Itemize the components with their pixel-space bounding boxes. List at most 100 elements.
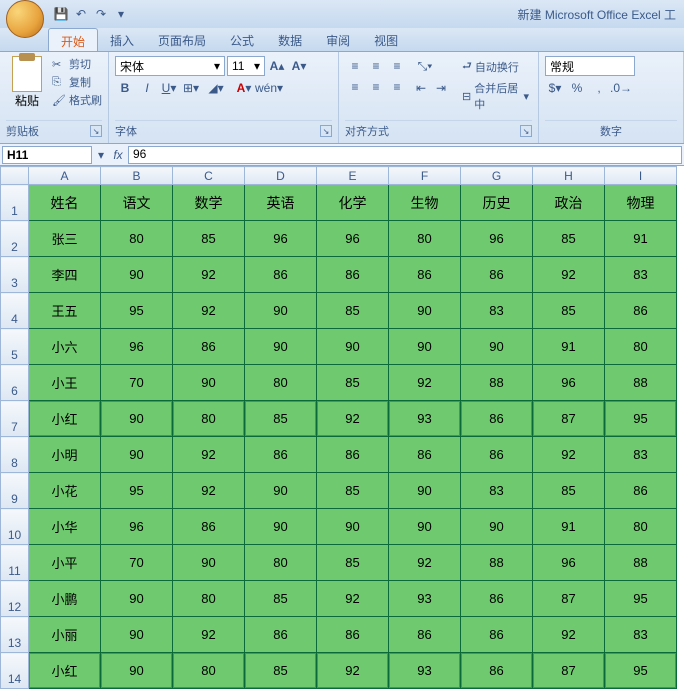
- data-cell[interactable]: 83: [461, 293, 533, 329]
- data-cell[interactable]: 90: [173, 545, 245, 581]
- data-cell[interactable]: 90: [389, 473, 461, 509]
- data-cell[interactable]: 86: [461, 437, 533, 473]
- tab-页面布局[interactable]: 页面布局: [146, 28, 218, 51]
- name-box-dropdown-icon[interactable]: ▾: [94, 148, 108, 162]
- data-cell[interactable]: 92: [389, 365, 461, 401]
- data-cell[interactable]: 80: [173, 653, 245, 689]
- data-cell[interactable]: 小丽: [29, 617, 101, 653]
- header-cell[interactable]: 生物: [389, 185, 461, 221]
- increase-decimal-icon[interactable]: .0→: [611, 78, 631, 98]
- data-cell[interactable]: 90: [245, 329, 317, 365]
- data-cell[interactable]: 83: [605, 257, 677, 293]
- data-cell[interactable]: 83: [605, 437, 677, 473]
- comma-button[interactable]: ,: [589, 78, 609, 98]
- data-cell[interactable]: 92: [389, 545, 461, 581]
- col-header-H[interactable]: H: [533, 167, 605, 185]
- row-header-8[interactable]: 8: [1, 437, 29, 473]
- font-size-combo[interactable]: 11▾: [227, 56, 265, 76]
- data-cell[interactable]: 小华: [29, 509, 101, 545]
- office-button[interactable]: [6, 0, 44, 38]
- data-cell[interactable]: 85: [245, 653, 317, 689]
- data-cell[interactable]: 70: [101, 545, 173, 581]
- data-cell[interactable]: 93: [389, 653, 461, 689]
- border-button[interactable]: ⊞▾: [181, 78, 201, 98]
- header-cell[interactable]: 姓名: [29, 185, 101, 221]
- header-cell[interactable]: 化学: [317, 185, 389, 221]
- dialog-launcher-icon[interactable]: ↘: [90, 125, 102, 137]
- data-cell[interactable]: 90: [245, 293, 317, 329]
- fx-icon[interactable]: fx: [108, 148, 128, 162]
- phonetic-button[interactable]: wén▾: [259, 78, 279, 98]
- orientation-button[interactable]: ⤡▾: [411, 56, 439, 76]
- data-cell[interactable]: 85: [533, 473, 605, 509]
- redo-icon[interactable]: ↷: [92, 5, 110, 23]
- tab-视图[interactable]: 视图: [362, 28, 410, 51]
- data-cell[interactable]: 王五: [29, 293, 101, 329]
- data-cell[interactable]: 92: [173, 617, 245, 653]
- data-cell[interactable]: 85: [317, 473, 389, 509]
- data-cell[interactable]: 90: [101, 401, 173, 437]
- tab-插入[interactable]: 插入: [98, 28, 146, 51]
- data-cell[interactable]: 70: [101, 365, 173, 401]
- data-cell[interactable]: 90: [173, 365, 245, 401]
- data-cell[interactable]: 96: [101, 329, 173, 365]
- row-header-14[interactable]: 14: [1, 653, 29, 689]
- select-all-corner[interactable]: [1, 167, 29, 185]
- undo-icon[interactable]: ↶: [72, 5, 90, 23]
- data-cell[interactable]: 86: [389, 257, 461, 293]
- formula-input[interactable]: 96: [128, 146, 682, 164]
- header-cell[interactable]: 政治: [533, 185, 605, 221]
- data-cell[interactable]: 96: [317, 221, 389, 257]
- row-header-1[interactable]: 1: [1, 185, 29, 221]
- data-cell[interactable]: 91: [605, 221, 677, 257]
- col-header-E[interactable]: E: [317, 167, 389, 185]
- data-cell[interactable]: 86: [173, 329, 245, 365]
- data-cell[interactable]: 87: [533, 581, 605, 617]
- data-cell[interactable]: 86: [173, 509, 245, 545]
- data-cell[interactable]: 86: [317, 617, 389, 653]
- data-cell[interactable]: 85: [533, 221, 605, 257]
- header-cell[interactable]: 语文: [101, 185, 173, 221]
- data-cell[interactable]: 88: [461, 545, 533, 581]
- header-cell[interactable]: 数学: [173, 185, 245, 221]
- data-cell[interactable]: 95: [101, 293, 173, 329]
- data-cell[interactable]: 李四: [29, 257, 101, 293]
- align-bottom-icon[interactable]: ≡: [387, 56, 407, 76]
- col-header-F[interactable]: F: [389, 167, 461, 185]
- data-cell[interactable]: 90: [101, 653, 173, 689]
- row-header-2[interactable]: 2: [1, 221, 29, 257]
- data-cell[interactable]: 88: [461, 365, 533, 401]
- data-cell[interactable]: 85: [173, 221, 245, 257]
- data-cell[interactable]: 85: [317, 293, 389, 329]
- data-cell[interactable]: 86: [317, 257, 389, 293]
- format-painter-button[interactable]: 🖌格式刷: [52, 92, 102, 108]
- fill-color-button[interactable]: ◢▾: [203, 78, 229, 98]
- data-cell[interactable]: 80: [173, 581, 245, 617]
- data-cell[interactable]: 92: [173, 257, 245, 293]
- data-cell[interactable]: 87: [533, 653, 605, 689]
- data-cell[interactable]: 96: [533, 545, 605, 581]
- col-header-I[interactable]: I: [605, 167, 677, 185]
- data-cell[interactable]: 86: [245, 437, 317, 473]
- data-cell[interactable]: 小王: [29, 365, 101, 401]
- merge-center-button[interactable]: ⊟合并后居中▾: [459, 79, 532, 113]
- row-header-11[interactable]: 11: [1, 545, 29, 581]
- data-cell[interactable]: 小平: [29, 545, 101, 581]
- increase-font-icon[interactable]: A▴: [267, 56, 287, 76]
- tab-审阅[interactable]: 审阅: [314, 28, 362, 51]
- underline-button[interactable]: U▾: [159, 78, 179, 98]
- data-cell[interactable]: 88: [605, 365, 677, 401]
- data-cell[interactable]: 91: [533, 329, 605, 365]
- data-cell[interactable]: 86: [461, 581, 533, 617]
- font-color-button[interactable]: A▾: [231, 78, 257, 98]
- col-header-D[interactable]: D: [245, 167, 317, 185]
- currency-button[interactable]: $▾: [545, 78, 565, 98]
- data-cell[interactable]: 90: [389, 293, 461, 329]
- tab-数据[interactable]: 数据: [266, 28, 314, 51]
- data-cell[interactable]: 88: [605, 545, 677, 581]
- header-cell[interactable]: 物理: [605, 185, 677, 221]
- data-cell[interactable]: 90: [317, 509, 389, 545]
- data-cell[interactable]: 86: [389, 437, 461, 473]
- data-cell[interactable]: 86: [605, 293, 677, 329]
- number-format-combo[interactable]: 常规: [545, 56, 635, 76]
